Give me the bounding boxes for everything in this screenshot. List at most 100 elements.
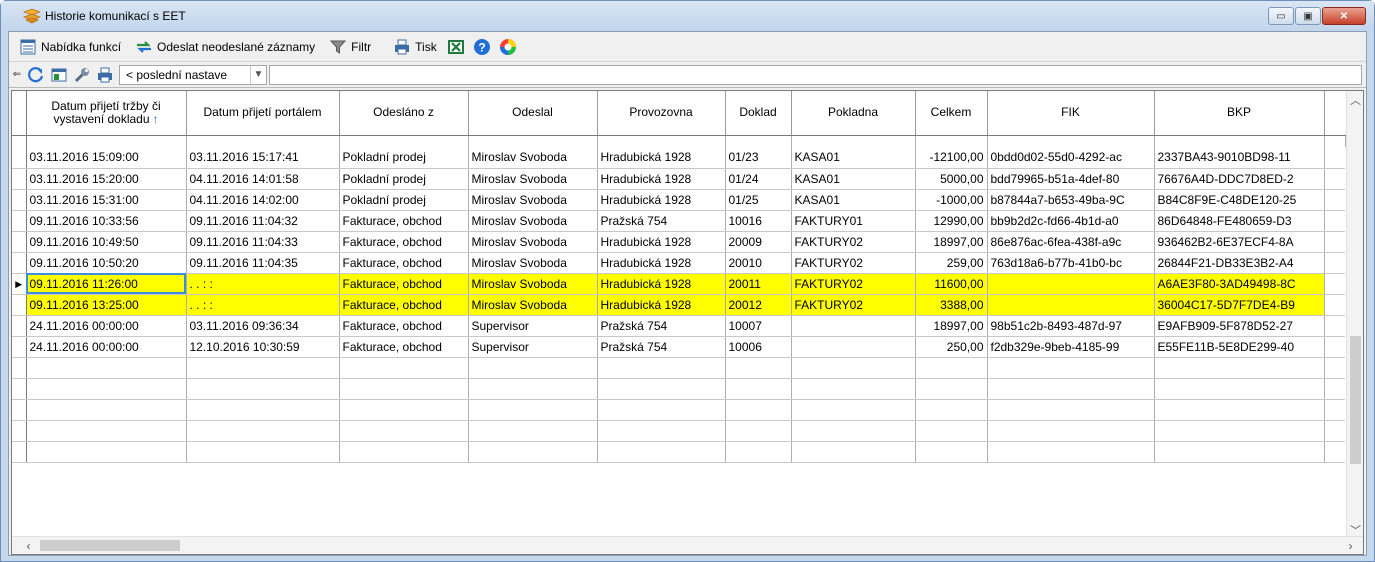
eet-history-grid[interactable]: Datum přijetí tržby či vystavení dokladu… <box>11 90 1364 555</box>
table-cell[interactable]: 09.11.2016 11:04:35 <box>186 252 340 274</box>
table-cell[interactable]: A6AE3F80-3AD49498-8C <box>1154 273 1325 295</box>
table-cell[interactable]: Supervisor <box>468 336 598 358</box>
table-cell[interactable]: 24.11.2016 00:00:00 <box>26 336 187 358</box>
table-cell[interactable]: 09.11.2016 11:04:32 <box>186 210 340 232</box>
chevron-down-icon[interactable]: ▼ <box>250 65 266 84</box>
print-button[interactable]: Tisk <box>389 34 441 60</box>
table-cell[interactable]: bb9b2d2c-fd66-4b1d-a0 <box>987 210 1155 232</box>
table-cell[interactable]: Miroslav Svoboda <box>468 252 598 274</box>
table-cell[interactable]: 03.11.2016 09:36:34 <box>186 315 340 337</box>
column-header[interactable]: Provozovna <box>597 91 726 136</box>
columns-button[interactable] <box>48 64 70 86</box>
vertical-scrollbar[interactable]: ︿ ﹀ <box>1346 91 1363 538</box>
table-cell[interactable]: Pokladní prodej <box>339 147 469 169</box>
table-cell[interactable]: Miroslav Svoboda <box>468 231 598 253</box>
table-cell[interactable]: 250,00 <box>915 336 988 358</box>
table-cell[interactable]: 24.11.2016 00:00:00 <box>26 315 187 337</box>
row-indicator[interactable] <box>12 210 27 232</box>
table-cell[interactable]: Fakturace, obchod <box>339 294 469 316</box>
table-row[interactable]: 09.11.2016 13:25:00. . : : Fakturace, obc… <box>12 294 1345 316</box>
table-cell[interactable]: Fakturace, obchod <box>339 273 469 295</box>
table-cell[interactable]: Miroslav Svoboda <box>468 168 598 190</box>
row-indicator[interactable] <box>12 252 27 274</box>
column-header[interactable]: Odeslal <box>468 91 598 136</box>
table-cell[interactable]: 86e876ac-6fea-438f-a9c <box>987 231 1155 253</box>
column-header[interactable]: Doklad <box>725 91 792 136</box>
table-cell[interactable] <box>987 294 1155 316</box>
table-cell[interactable]: -12100,00 <box>915 147 988 169</box>
table-cell[interactable]: 18997,00 <box>915 231 988 253</box>
column-header[interactable]: Celkem <box>915 91 988 136</box>
column-header[interactable]: FIK <box>987 91 1155 136</box>
table-cell[interactable]: 10007 <box>725 315 792 337</box>
close-button[interactable]: ✕ <box>1322 7 1366 25</box>
row-indicator[interactable] <box>12 294 27 316</box>
table-cell[interactable]: 20009 <box>725 231 792 253</box>
row-indicator[interactable] <box>12 336 27 358</box>
table-cell[interactable]: 09.11.2016 11:26:00 <box>26 273 187 295</box>
table-cell[interactable]: 20011 <box>725 273 792 295</box>
table-cell[interactable]: Miroslav Svoboda <box>468 147 598 169</box>
scroll-up-icon[interactable]: ︿ <box>1347 91 1363 108</box>
table-cell[interactable]: E9AFB909-5F878D52-27 <box>1154 315 1325 337</box>
table-cell[interactable]: Hradubická 1928 <box>597 231 726 253</box>
table-cell[interactable]: 3388,00 <box>915 294 988 316</box>
table-cell[interactable]: E55FE11B-5E8DE299-40 <box>1154 336 1325 358</box>
table-cell[interactable]: FAKTURY02 <box>791 231 916 253</box>
table-cell[interactable]: Hradubická 1928 <box>597 189 726 211</box>
filter-button[interactable]: Filtr <box>325 34 375 60</box>
table-cell[interactable]: 76676A4D-DDC7D8ED-2 <box>1154 168 1325 190</box>
scroll-left-icon[interactable]: ‹ <box>20 537 37 554</box>
excel-export-button[interactable] <box>443 34 469 60</box>
maximize-button[interactable]: ▣ <box>1295 7 1321 25</box>
table-cell[interactable]: 09.11.2016 10:49:50 <box>26 231 187 253</box>
table-row[interactable]: 03.11.2016 15:09:00 03.11.2016 15:17:41 Po… <box>12 147 1345 169</box>
table-cell[interactable]: FAKTURY02 <box>791 294 916 316</box>
row-indicator[interactable]: ▶ <box>12 273 27 295</box>
table-cell[interactable]: B84C8F9E-C48DE120-25 <box>1154 189 1325 211</box>
table-cell[interactable]: Hradubická 1928 <box>597 147 726 169</box>
table-cell[interactable]: 0bdd0d02-55d0-4292-ac <box>987 147 1155 169</box>
table-cell[interactable]: 10016 <box>725 210 792 232</box>
table-cell[interactable]: Hradubická 1928 <box>597 168 726 190</box>
table-cell[interactable]: Fakturace, obchod <box>339 252 469 274</box>
table-cell[interactable]: Fakturace, obchod <box>339 336 469 358</box>
minimize-button[interactable]: ▭ <box>1268 7 1294 25</box>
table-cell[interactable]: 26844F21-DB33E3B2-A4 <box>1154 252 1325 274</box>
table-cell[interactable] <box>791 315 916 337</box>
table-cell[interactable]: Miroslav Svoboda <box>468 273 598 295</box>
table-row[interactable]: 24.11.2016 00:00:00 12.10.2016 10:30:59 Fa… <box>12 336 1345 358</box>
table-cell[interactable]: . . : : <box>186 273 340 295</box>
table-cell[interactable]: 763d18a6-b77b-41b0-bc <box>987 252 1155 274</box>
table-cell[interactable]: 03.11.2016 15:09:00 <box>26 147 187 169</box>
column-header[interactable]: Pokladna <box>791 91 916 136</box>
row-indicator[interactable] <box>12 168 27 190</box>
table-cell[interactable]: Supervisor <box>468 315 598 337</box>
menu-button[interactable]: Nabídka funkcí <box>15 34 125 60</box>
table-cell[interactable]: Fakturace, obchod <box>339 315 469 337</box>
table-row[interactable]: 03.11.2016 15:31:00 04.11.2016 14:02:00 Po… <box>12 189 1345 211</box>
table-cell[interactable]: FAKTURY01 <box>791 210 916 232</box>
table-cell[interactable]: Pražská 754 <box>597 210 726 232</box>
table-cell[interactable]: Hradubická 1928 <box>597 273 726 295</box>
table-cell[interactable]: 86D64848-FE480659-D3 <box>1154 210 1325 232</box>
table-cell[interactable]: 18997,00 <box>915 315 988 337</box>
help-button[interactable]: ? <box>469 34 495 60</box>
table-cell[interactable]: 01/23 <box>725 147 792 169</box>
table-cell[interactable]: 936462B2-6E37ECF4-8A <box>1154 231 1325 253</box>
title-bar[interactable]: Historie komunikací s EET ▭ ▣ ✕ <box>1 1 1374 31</box>
table-row[interactable]: ▶ 09.11.2016 11:26:00. . : : Fakturace, ob… <box>12 273 1345 295</box>
table-cell[interactable]: bdd79965-b51a-4def-80 <box>987 168 1155 190</box>
horizontal-scrollbar[interactable]: ‹ › <box>12 536 1363 554</box>
row-indicator[interactable] <box>12 189 27 211</box>
table-cell[interactable]: 98b51c2b-8493-487d-97 <box>987 315 1155 337</box>
table-cell[interactable]: 11600,00 <box>915 273 988 295</box>
horizontal-scroll-thumb[interactable] <box>40 540 180 551</box>
table-cell[interactable]: KASA01 <box>791 147 916 169</box>
table-cell[interactable]: Pokladní prodej <box>339 189 469 211</box>
row-indicator[interactable] <box>12 147 27 169</box>
table-cell[interactable]: 04.11.2016 14:01:58 <box>186 168 340 190</box>
table-cell[interactable]: KASA01 <box>791 168 916 190</box>
table-cell[interactable]: 03.11.2016 15:20:00 <box>26 168 187 190</box>
send-unsent-button[interactable]: Odeslat neodeslané záznamy <box>131 34 319 60</box>
